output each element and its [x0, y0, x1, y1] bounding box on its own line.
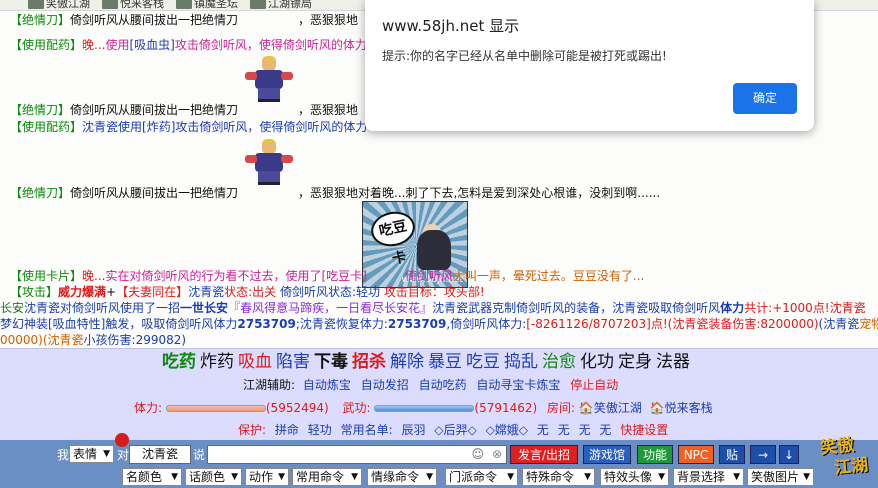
name-entry[interactable]: 无	[579, 423, 591, 437]
dialog-message: 提示:你的名字已经从名单中删除可能是被打死或踢出!	[382, 49, 667, 63]
name-entry[interactable]: 无	[558, 423, 570, 437]
name-entry[interactable]: 无	[599, 423, 611, 437]
chat-input-bar: 我 表情 ▼ 对 沈青瓷 说 ☺ ⊗ 发言/出招 游戏馆 功能 NPC 贴 → ↓…	[0, 440, 878, 488]
room-icon	[176, 0, 192, 9]
auto-attack-link[interactable]: 自动发招	[361, 378, 409, 392]
background-select[interactable]: 背景选择 ▼	[673, 468, 744, 486]
chat-line: 00000)(沈青瓷小孩伤害:299082)	[0, 333, 187, 347]
hp-bar	[165, 405, 266, 412]
room-link-xiaoao[interactable]: 🏠笑傲江湖	[579, 401, 642, 415]
game-hall-button[interactable]: 游戏馆	[583, 445, 631, 464]
action-10[interactable]: 治愈	[542, 352, 576, 372]
emoji-icon[interactable]: ☺	[471, 446, 484, 463]
action-row: 吃药 炸药 吸血 陷害 下毒 招杀 解除 暴豆 吃豆 捣乱 治愈 化功 定身 法器	[162, 351, 694, 373]
special-command-select[interactable]: 特殊命令 ▼	[522, 468, 595, 486]
npc-button[interactable]: NPC	[678, 445, 714, 464]
action-11[interactable]: 化功	[580, 352, 614, 372]
room-icon	[250, 0, 266, 9]
tab-xiaoao[interactable]: 笑傲江湖	[28, 0, 90, 10]
action-12[interactable]: 定身	[618, 352, 652, 372]
action-1[interactable]: 炸药	[200, 352, 234, 372]
arrow-right-button[interactable]: →	[750, 445, 776, 464]
room-link-yuelai[interactable]: 🏠悦来客栈	[650, 401, 713, 415]
xiaoao-jianghu-logo: 笑傲 江湖	[819, 435, 870, 479]
action-8[interactable]: 吃豆	[466, 352, 500, 372]
chat-line: 梦幻神装[吸血特性]触发，吸取倚剑听风体力2753709;沈青瓷恢复体力:275…	[0, 317, 878, 331]
text-color-select[interactable]: 话颜色 ▼	[185, 468, 242, 486]
protect-desperate[interactable]: 拼命	[275, 423, 299, 437]
shortcut-settings-link[interactable]: 快捷设置	[620, 423, 668, 437]
tab-zhenmo[interactable]: 镇魔圣坛	[176, 0, 238, 10]
effect-avatar-select[interactable]: 特效头像 ▼	[600, 468, 669, 486]
chat-line: 【绝情刀】倚剑听风从腰间拔出一把绝情刀 ，恶狠狠地	[10, 103, 359, 117]
target-field[interactable]: 沈青瓷	[129, 445, 191, 464]
emotion-select[interactable]: 表情 ▼	[69, 445, 114, 463]
ok-button[interactable]: 确定	[733, 83, 797, 114]
stop-auto-link[interactable]: 停止自动	[570, 378, 618, 392]
assist-label: 江湖辅助:	[243, 378, 296, 392]
mp-value: (5791462)	[474, 401, 538, 415]
action-13[interactable]: 法器	[656, 352, 690, 372]
paste-button[interactable]: 贴	[719, 445, 745, 464]
action-select[interactable]: 动作 ▼	[245, 468, 289, 486]
action-0[interactable]: 吃药	[162, 352, 196, 372]
auto-refine-link[interactable]: 自动炼宝	[303, 378, 351, 392]
room-icon	[28, 0, 44, 9]
action-4[interactable]: 下毒	[314, 352, 348, 372]
picture-select[interactable]: 笑傲图片 ▼	[747, 468, 814, 486]
hp-value: (5952494)	[265, 401, 329, 415]
chat-line: 【绝情刀】倚剑听风从腰间拔出一把绝情刀 ，恶狠狠地对着晚...刺了下去,怎料是爱到…	[10, 186, 661, 200]
auto-medicine-link[interactable]: 自动吃药	[419, 378, 467, 392]
action-9[interactable]: 捣乱	[504, 352, 538, 372]
chat-line: 【攻击】威力爆满+【夫妻同在】沈青瓷状态:出关 倚剑听风状态:轻功 攻击目标：攻…	[10, 285, 485, 299]
send-button[interactable]: 发言/出招	[510, 445, 578, 464]
action-5[interactable]: 招杀	[352, 352, 386, 372]
message-input[interactable]: ☺ ⊗	[207, 445, 507, 464]
chat-line: 【绝情刀】倚剑听风从腰间拔出一把绝情刀 ，恶狠狠地	[10, 13, 359, 27]
common-command-select[interactable]: 常用命令 ▼	[292, 468, 362, 486]
alert-dialog: www.58jh.net 显示 提示:你的名字已经从名单中删除可能是被打死或踢出…	[365, 0, 814, 131]
chat-line: 【使用配药】晚...使用[吸血虫]攻击倚剑听风，使得倚剑听风的体力	[10, 38, 367, 52]
warrior-avatar	[242, 138, 294, 186]
name-entry[interactable]: ◇嫦娥◇	[486, 423, 528, 437]
tab-biaoju[interactable]: 江湖镖局	[250, 0, 312, 10]
sect-command-select[interactable]: 门派命令 ▼	[445, 468, 518, 486]
assist-row: 江湖辅助: 自动炼宝 自动发招 自动吃药 自动寻宝卡炼宝 停止自动	[243, 377, 624, 393]
command-panel: 吃药 炸药 吸血 陷害 下毒 招杀 解除 暴豆 吃豆 捣乱 治愈 化功 定身 法器 江湖辅助: 自动炼宝 …	[0, 348, 878, 440]
action-3[interactable]: 陷害	[276, 352, 310, 372]
chat-line: 长安沈青瓷对倚剑听风使用了一招一世长安『春风得意马蹄疾，一日看尽长安花』沈青瓷武…	[0, 301, 866, 315]
dialog-title: www.58jh.net 显示	[382, 17, 520, 35]
love-command-select[interactable]: 情缘命令 ▼	[367, 468, 437, 486]
mp-bar	[374, 405, 475, 412]
action-6[interactable]: 解除	[390, 352, 424, 372]
auto-treasure-link[interactable]: 自动寻宝卡炼宝	[476, 378, 560, 392]
name-entry[interactable]: 辰羽	[401, 423, 425, 437]
name-color-select[interactable]: 名颜色 ▼	[122, 468, 182, 486]
clear-icon[interactable]: ⊗	[492, 446, 502, 463]
arrow-down-button[interactable]: ↓	[779, 445, 799, 464]
warrior-avatar	[242, 55, 294, 103]
protect-lightness[interactable]: 轻功	[308, 423, 332, 437]
name-entry[interactable]: ◇后羿◇	[434, 423, 476, 437]
action-7[interactable]: 暴豆	[428, 352, 462, 372]
tab-yuelai[interactable]: 悦来客栈	[102, 0, 164, 10]
room-icon	[102, 0, 118, 9]
function-button[interactable]: 功能	[637, 445, 673, 464]
apple-icon	[115, 433, 129, 447]
protect-row: 保护: 拼命 轻功 常用名单: 辰羽 ◇后羿◇ ◇嫦娥◇ 无 无 无 无 快捷设…	[238, 423, 669, 437]
chat-line: 【使用卡片】晚...实在对倚剑听风的行为看不过去，使用了[吃豆卡] 倚剑听风大叫一…	[10, 269, 645, 283]
action-2[interactable]: 吸血	[238, 352, 272, 372]
name-entry[interactable]: 无	[537, 423, 549, 437]
chat-line: 【使用配药】沈青瓷使用[炸药]攻击倚剑听风，使得倚剑听风的体力	[10, 120, 368, 134]
status-row: 体力: (5952494) 武功: (5791462) 房间: 🏠笑傲江湖 🏠悦…	[134, 401, 713, 415]
chevron-down-icon: ▼	[103, 449, 110, 459]
